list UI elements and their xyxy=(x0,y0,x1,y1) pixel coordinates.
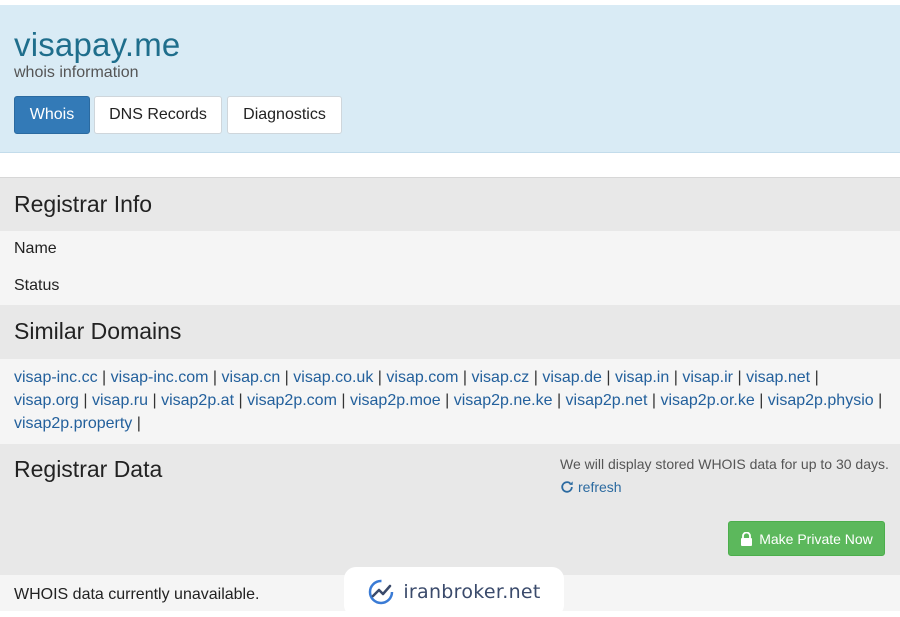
registrar-info-row-status: Status xyxy=(0,268,900,305)
domain-separator: | xyxy=(878,392,883,409)
domain-link[interactable]: visap.ru xyxy=(92,392,148,409)
name-label: Name xyxy=(14,240,57,257)
domain-link[interactable]: visap2p.net xyxy=(566,392,648,409)
domain-separator: | xyxy=(759,392,764,409)
registrar-info-header: Registrar Info xyxy=(0,177,900,231)
registrar-data-heading: Registrar Data xyxy=(14,456,163,482)
stored-data-note: We will display stored WHOIS data for up… xyxy=(560,456,889,472)
refresh-icon xyxy=(561,481,573,493)
domain-link[interactable]: visap2p.property xyxy=(14,415,132,432)
domain-separator: | xyxy=(377,369,382,386)
domain-separator: | xyxy=(341,392,346,409)
domain-separator: | xyxy=(651,392,656,409)
domain-separator: | xyxy=(238,392,243,409)
domain-link[interactable]: visap2p.com xyxy=(247,392,337,409)
domain-separator: | xyxy=(136,415,141,432)
page-title: visapay.me xyxy=(14,26,181,63)
domain-separator: | xyxy=(814,369,819,386)
domain-link[interactable]: visap.org xyxy=(14,392,79,409)
status-label: Status xyxy=(14,277,60,294)
domain-link[interactable]: visap.net xyxy=(746,369,810,386)
domain-link[interactable]: visap.cz xyxy=(471,369,529,386)
whois-unavailable-text: WHOIS data currently unavailable. xyxy=(14,586,260,603)
domain-link[interactable]: visap.co.uk xyxy=(293,369,373,386)
chart-trend-icon xyxy=(369,579,394,605)
domain-separator: | xyxy=(673,369,678,386)
similar-domains-list: visap-inc.cc | visap-inc.com | visap.cn … xyxy=(0,359,900,444)
similar-domains-header: Similar Domains xyxy=(0,305,900,359)
domain-link[interactable]: visap2p.physio xyxy=(768,392,874,409)
domain-link[interactable]: visap2p.or.ke xyxy=(660,392,754,409)
domain-separator: | xyxy=(606,369,611,386)
domain-separator: | xyxy=(212,369,218,386)
page-subtitle: whois information xyxy=(14,64,139,81)
domain-link[interactable]: visap.de xyxy=(542,369,602,386)
domain-link[interactable]: visap-inc.cc xyxy=(14,369,98,386)
tab-diagnostics[interactable]: Diagnostics xyxy=(227,96,342,134)
domain-link[interactable]: visap.ir xyxy=(682,369,733,386)
make-private-button[interactable]: Make Private Now xyxy=(728,521,885,556)
domain-separator: | xyxy=(533,369,538,386)
domain-link[interactable]: visap2p.moe xyxy=(350,392,441,409)
watermark-text: iranbroker.net xyxy=(403,581,541,603)
domain-separator: | xyxy=(556,392,562,409)
refresh-label: refresh xyxy=(578,479,622,495)
domain-separator: | xyxy=(737,369,742,386)
similar-domains-heading: Similar Domains xyxy=(14,318,182,344)
tab-dns-records[interactable]: DNS Records xyxy=(94,96,222,134)
domain-link[interactable]: visap2p.ne.ke xyxy=(454,392,553,409)
domain-link[interactable]: visap.cn xyxy=(222,369,281,386)
registrar-info-heading: Registrar Info xyxy=(14,191,153,217)
make-private-label: Make Private Now xyxy=(759,530,873,547)
registrar-data-section: Registrar Data We will display stored WH… xyxy=(0,444,900,575)
domain-separator: | xyxy=(102,369,107,386)
registrar-info-row-name: Name xyxy=(0,231,900,268)
lock-icon xyxy=(741,531,753,546)
domain-link[interactable]: visap-inc.com xyxy=(111,369,209,386)
domain-separator: | xyxy=(83,392,88,409)
tab-whois[interactable]: Whois xyxy=(14,96,90,134)
refresh-link[interactable]: refresh xyxy=(560,479,622,495)
domain-separator: | xyxy=(284,369,289,386)
domain-link[interactable]: visap.in xyxy=(615,369,669,386)
section-gap xyxy=(0,153,900,177)
domain-separator: | xyxy=(152,392,157,409)
watermark: iranbroker.net xyxy=(344,567,564,617)
domain-link[interactable]: visap.com xyxy=(386,369,458,386)
domain-separator: | xyxy=(462,369,468,386)
domain-separator: | xyxy=(445,392,450,409)
page-header: visapay.me whois information Whois DNS R… xyxy=(0,5,900,153)
domain-link[interactable]: visap2p.at xyxy=(161,392,234,409)
